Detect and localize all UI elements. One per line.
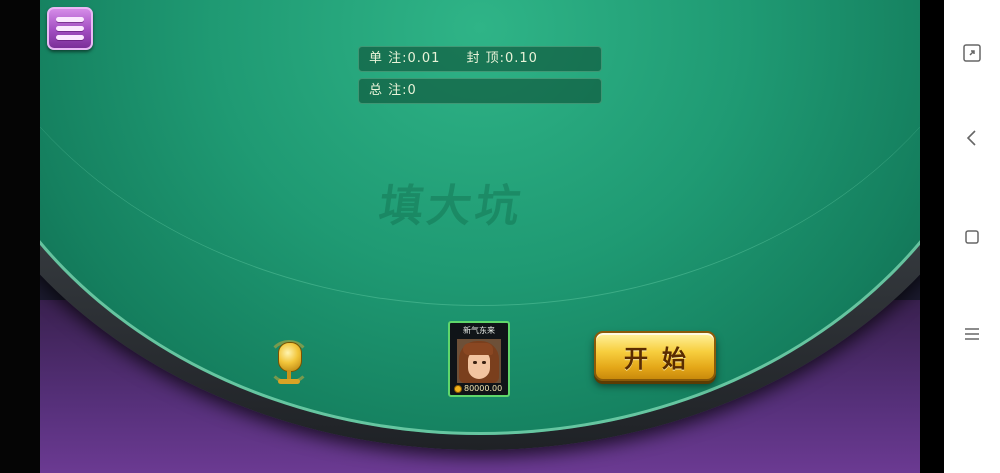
avatar [457,339,501,383]
player-card[interactable]: 新气东来 80000.00 [448,321,510,397]
menu-button[interactable] [47,7,93,50]
microphone-button[interactable] [262,336,316,388]
menu-icon [56,17,84,22]
table-watermark: 填大坑 [375,181,527,232]
player-coins-value: 80000.00 [464,384,503,393]
bet-info-box: 单 注:0.01 封 顶:0.10 [358,46,602,72]
game-table-area: 单 注:0.01 封 顶:0.10 总 注:0 填大坑 新气东来 80000.00… [40,0,920,473]
cap-text: 封 顶:0.10 [466,51,538,66]
start-button[interactable]: 开始 [594,331,716,381]
home-icon[interactable] [962,227,982,247]
total-bet-box: 总 注:0 [358,78,602,104]
coin-icon [454,385,462,393]
left-letterbox [0,0,40,473]
microphone-icon [278,342,302,372]
right-letterbox [920,0,944,473]
recents-icon[interactable] [962,324,982,344]
total-bet-text: 总 注:0 [369,83,417,98]
fullscreen-icon[interactable] [962,43,982,63]
system-nav-bar [944,0,1000,473]
player-name: 新气东来 [463,326,495,335]
player-coins: 80000.00 [454,384,502,394]
back-icon[interactable] [962,128,982,148]
single-bet-text: 单 注:0.01 [369,51,441,66]
